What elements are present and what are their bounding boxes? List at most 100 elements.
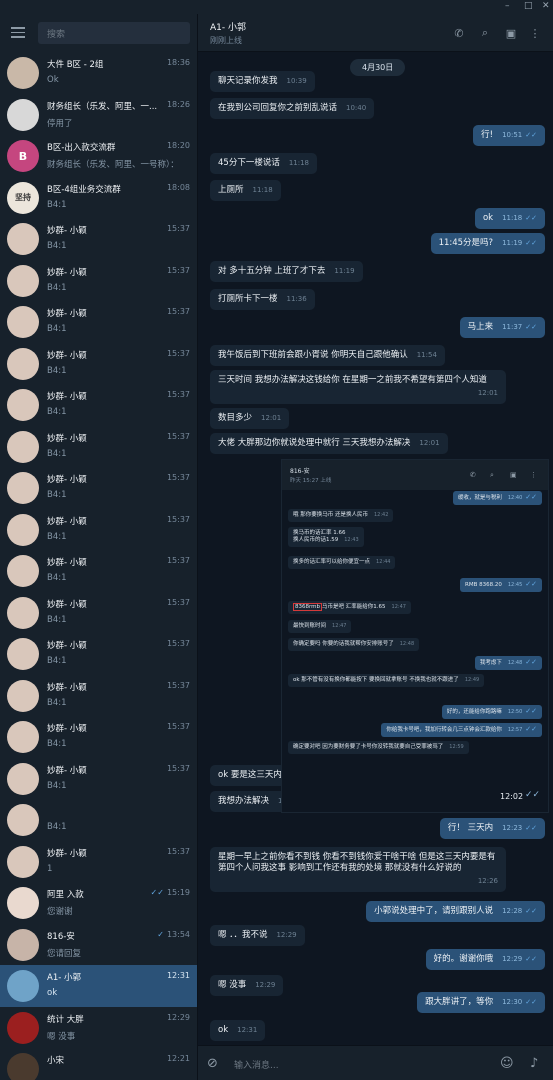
chat-list-item[interactable]: 妙群- 小颖 1 15:37 (0, 841, 197, 883)
chat-list-item[interactable]: 妙群- 小颖 B4:1 15:37 (0, 301, 197, 343)
search-input[interactable]: 搜索 (38, 22, 190, 44)
chat-list-item[interactable]: 统计 大胖嗯 没事 12:29 (0, 1007, 197, 1049)
chat-preview: B4:1 (47, 739, 67, 749)
microphone-icon[interactable]: ♪ (530, 1056, 538, 1071)
sidebar-header: 搜索 (0, 14, 197, 52)
chat-list-item[interactable]: B4:1 (0, 799, 197, 841)
phone-icon[interactable]: ✆ (452, 26, 466, 40)
close-icon[interactable]: ✕ (542, 1, 550, 11)
chat-list-item[interactable]: 妙群- 小颖 B4:1 15:37 (0, 343, 197, 385)
chat-time: 15:37 (166, 431, 190, 441)
avatar (7, 804, 39, 836)
emoji-icon[interactable]: ☺ (500, 1056, 514, 1071)
screenshot-incoming-message: 最快到账时间 12:47 (288, 620, 352, 633)
more-icon[interactable]: ⋮ (528, 26, 542, 40)
chat-list-item[interactable]: 816-安 您请回复 ✓ 13:54 (0, 924, 197, 966)
incoming-message: 上厕所 11:18 (210, 180, 281, 201)
chat-list-item[interactable]: 妙群- 小颖 B4:1 15:37 (0, 260, 197, 302)
avatar (7, 596, 39, 629)
screenshot-incoming-message: 哦 那你要换马币 还是换人民币 12:42 (288, 509, 394, 522)
chat-time: 15:37 (166, 390, 190, 399)
chat-list-item[interactable]: 妙群- 小颖 B4:1 15:37 (0, 716, 197, 758)
message-text: 数目多少 (218, 413, 253, 423)
message-text: 嗯 ．．我不说 (218, 930, 268, 940)
avatar (7, 223, 39, 255)
chat-list-item[interactable]: 小宋 12:21 (0, 1048, 197, 1080)
highlight-box: 8368rmb (293, 603, 323, 611)
screenshot-overlay-check-icon: ✓✓ (525, 790, 541, 800)
read-check-icon: ✓✓ (525, 131, 537, 139)
screenshot-message-text: RMB 8368.20 (465, 582, 502, 588)
chat-preview: B4:1 (47, 614, 67, 625)
chat-time: 15:37 (166, 722, 190, 731)
message-text: 星期一早上之前你看不到钱 你看不到钱你爱干啥干啥 但是这三天内要是有第四个人问我… (218, 852, 496, 873)
message-text: 行！ 三天内 (447, 823, 494, 833)
chat-list-item[interactable]: 妙群- 小颖 B4:1 15:37 (0, 758, 197, 800)
chat-list-item[interactable]: 妙群- 小颖 B4:1 15:37 (0, 509, 197, 551)
chat-list-item[interactable]: 妙群- 小颖 B4:1 15:37 (0, 218, 197, 260)
chat-name: B区-4组业务交流群 (47, 184, 121, 195)
chat-preview: B4:1 (47, 573, 67, 583)
screenshot-incoming-message: ok 那不管有没有换你都能按下 要换回就拿账号 不换我也就不跟进了 12:49 (288, 674, 485, 687)
chat-list-item[interactable]: 妙群- 小颖 B4:1 15:37 (0, 675, 197, 717)
avatar (7, 887, 39, 919)
screenshot-image-message[interactable]: 816-安 昨天 15:27 上线 ✆ ⌕ ▣ ⋮ 缓收，就是与税利 12:40 ✓… (281, 459, 549, 813)
chat-title[interactable]: A1- 小郭 (210, 20, 246, 33)
minimize-icon[interactable]: – (505, 1, 510, 11)
sidebar-toggle-icon[interactable]: ▣ (504, 26, 518, 40)
message-time: 12:23 (502, 824, 523, 832)
message-text: 45分下一楼说话 (218, 158, 280, 168)
chat-list-item[interactable]: 妙群- 小颖 B4:1 15:37 (0, 467, 197, 509)
message-input[interactable]: 输入消息... (234, 1058, 279, 1071)
message-composer: ⊘ 输入消息... ☺ ♪ (198, 1045, 553, 1080)
screenshot-message-text: 换马币的话汇率 1.66 (293, 530, 346, 536)
screenshot-message-text: 你确定要吗 你要的话我就帮你安排账号了 (293, 641, 394, 647)
avatar: B (7, 140, 39, 172)
screenshot-message-text: 缓收，就是与税利 (457, 495, 502, 501)
attach-icon[interactable]: ⊘ (207, 1056, 218, 1071)
chat-name: 妙群- 小颖 (47, 350, 87, 361)
menu-icon[interactable] (11, 27, 25, 41)
screenshot-message-text: 换人民币的话1.59 (293, 537, 339, 543)
message-time: 10:39 (286, 77, 307, 85)
chat-list-item[interactable]: A1- 小郭 ok 12:31 (0, 965, 197, 1007)
incoming-message: 聊天记录你发我 10:39 (210, 71, 315, 92)
chat-list-item[interactable]: 坚持 B区-4组业务交流群 B4:1 18:08 (0, 177, 197, 219)
read-check-icon: ✓✓ (525, 493, 537, 501)
incoming-message: 嗯 ．．我不说 12:29 (210, 925, 305, 946)
screenshot-message-time: 12:44 (376, 559, 391, 565)
chat-time: 15:37 (166, 265, 190, 275)
message-time: 11:19 (502, 239, 523, 247)
avatar (7, 98, 39, 131)
chat-list-item[interactable]: 妙群- 小颖 B4:1 15:37 (0, 550, 197, 592)
search-icon[interactable]: ⌕ (478, 26, 492, 40)
chat-list-item[interactable]: B B区-出入款交流群 财务组长（乐发、阿里、一号称）： 18:20 (0, 135, 197, 177)
screenshot-message-time: 12:42 (374, 512, 389, 518)
outgoing-message: ok 11:18 ✓✓ (474, 208, 545, 229)
chat-list-item[interactable]: 妙群- 小颖 B4:1 15:37 (0, 384, 197, 426)
screenshot-message-text: 我考虑下 (479, 660, 502, 666)
screenshot-status: 昨天 15:27 上线 (290, 478, 332, 484)
message-text: 三天时间 我想办法解决这钱给你 在星期一之前我不希望有第四个人知道 (218, 375, 487, 385)
chat-preview: B4:1 (47, 448, 67, 459)
chat-list-item[interactable]: 阿里 入款 您谢谢 ✓✓ 15:19 (0, 882, 197, 924)
chat-time: 18:08 (166, 182, 190, 192)
chat-name: 妙群- 小颖 (47, 848, 87, 859)
chat-list-item[interactable]: 财务组长（乐发、阿里、一... 停用了 18:26 (0, 94, 197, 136)
window-titlebar: – □ ✕ (0, 0, 553, 14)
screenshot-header: 816-安 昨天 15:27 上线 ✆ ⌕ ▣ ⋮ (282, 460, 548, 490)
message-time: 12:01 (477, 389, 498, 397)
incoming-message: 嗯 没事 12:29 (210, 975, 284, 996)
chat-time: 12:31 (166, 971, 190, 980)
chat-list-item[interactable]: 妙群- 小颖 B4:1 15:37 (0, 633, 197, 675)
chat-name: 妙群- 小颖 (47, 267, 87, 278)
chat-list-item[interactable]: 妙群- 小颖 B4:1 15:37 (0, 426, 197, 468)
chat-preview: B4:1 (47, 697, 67, 708)
chat-name: 妙群- 小颖 (47, 682, 87, 693)
chat-list-item[interactable]: 大件 B区 - 2组 Ok 18:36 (0, 52, 197, 94)
chat-list-item[interactable]: 妙群- 小颖 B4:1 15:37 (0, 592, 197, 634)
chat-status: 刚刚上线 (210, 36, 242, 45)
maximize-icon[interactable]: □ (524, 1, 533, 11)
chat-time: 15:37 (166, 556, 190, 565)
chat-name: B区-出入款交流群 (47, 143, 116, 153)
